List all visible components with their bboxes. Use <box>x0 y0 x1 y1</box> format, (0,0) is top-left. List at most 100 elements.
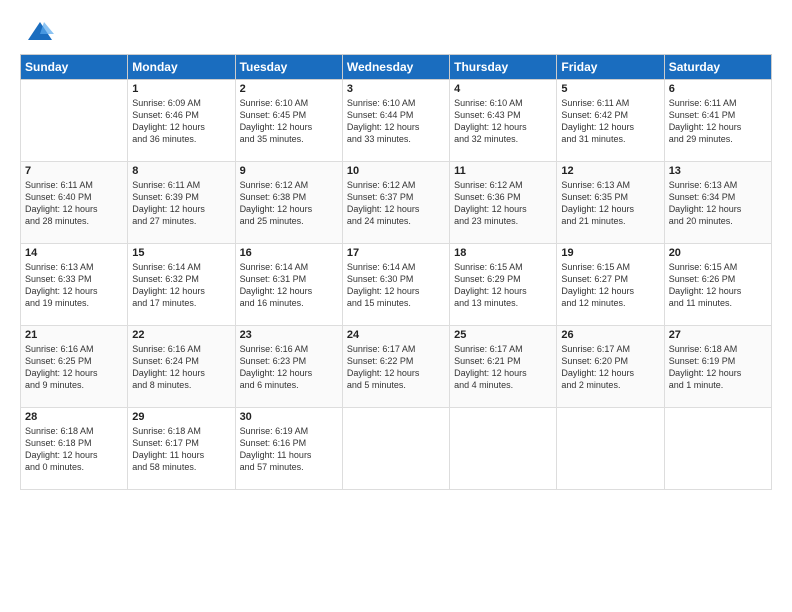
calendar-cell: 11 Sunrise: 6:12 AM Sunset: 6:36 PM Dayli… <box>450 162 557 244</box>
day-number: 11 <box>454 165 552 177</box>
day-number: 25 <box>454 329 552 341</box>
day-number: 23 <box>240 329 338 341</box>
day-info: Sunrise: 6:15 AM Sunset: 6:27 PM Dayligh… <box>561 261 659 310</box>
calendar-cell: 24 Sunrise: 6:17 AM Sunset: 6:22 PM Dayli… <box>342 326 449 408</box>
calendar-cell: 6 Sunrise: 6:11 AM Sunset: 6:41 PM Daylig… <box>664 80 771 162</box>
calendar-cell <box>342 408 449 490</box>
day-info: Sunrise: 6:13 AM Sunset: 6:35 PM Dayligh… <box>561 179 659 228</box>
day-info: Sunrise: 6:10 AM Sunset: 6:45 PM Dayligh… <box>240 97 338 146</box>
day-number: 9 <box>240 165 338 177</box>
day-number: 29 <box>132 411 230 423</box>
day-number: 30 <box>240 411 338 423</box>
calendar-cell: 14 Sunrise: 6:13 AM Sunset: 6:33 PM Dayli… <box>21 244 128 326</box>
day-number: 10 <box>347 165 445 177</box>
calendar-cell: 30Sunrise: 6:19 AM Sunset: 6:16 PM Dayli… <box>235 408 342 490</box>
week-row-3: 14 Sunrise: 6:13 AM Sunset: 6:33 PM Dayli… <box>21 244 772 326</box>
week-row-1: 1 Sunrise: 6:09 AM Sunset: 6:46 PM Daylig… <box>21 80 772 162</box>
day-number: 18 <box>454 247 552 259</box>
calendar-cell: 21 Sunrise: 6:16 AM Sunset: 6:25 PM Dayli… <box>21 326 128 408</box>
calendar-cell <box>21 80 128 162</box>
day-number: 2 <box>240 83 338 95</box>
day-number: 27 <box>669 329 767 341</box>
calendar-cell: 26 Sunrise: 6:17 AM Sunset: 6:20 PM Dayli… <box>557 326 664 408</box>
calendar-cell: 2 Sunrise: 6:10 AM Sunset: 6:45 PM Daylig… <box>235 80 342 162</box>
calendar-cell <box>664 408 771 490</box>
day-info: Sunrise: 6:12 AM Sunset: 6:38 PM Dayligh… <box>240 179 338 228</box>
day-number: 28 <box>25 411 123 423</box>
day-number: 12 <box>561 165 659 177</box>
calendar-cell: 20 Sunrise: 6:15 AM Sunset: 6:26 PM Dayli… <box>664 244 771 326</box>
day-info: Sunrise: 6:15 AM Sunset: 6:26 PM Dayligh… <box>669 261 767 310</box>
day-number: 14 <box>25 247 123 259</box>
day-info: Sunrise: 6:11 AM Sunset: 6:42 PM Dayligh… <box>561 97 659 146</box>
weekday-header-friday: Friday <box>557 55 664 80</box>
day-info: Sunrise: 6:12 AM Sunset: 6:36 PM Dayligh… <box>454 179 552 228</box>
day-info: Sunrise: 6:11 AM Sunset: 6:40 PM Dayligh… <box>25 179 123 228</box>
day-info: Sunrise: 6:10 AM Sunset: 6:44 PM Dayligh… <box>347 97 445 146</box>
calendar-cell: 7 Sunrise: 6:11 AM Sunset: 6:40 PM Daylig… <box>21 162 128 244</box>
day-number: 17 <box>347 247 445 259</box>
day-number: 16 <box>240 247 338 259</box>
calendar-cell: 10 Sunrise: 6:12 AM Sunset: 6:37 PM Dayli… <box>342 162 449 244</box>
day-info: Sunrise: 6:14 AM Sunset: 6:32 PM Dayligh… <box>132 261 230 310</box>
calendar-cell: 25 Sunrise: 6:17 AM Sunset: 6:21 PM Dayli… <box>450 326 557 408</box>
calendar-cell: 18 Sunrise: 6:15 AM Sunset: 6:29 PM Dayli… <box>450 244 557 326</box>
calendar-cell: 27 Sunrise: 6:18 AM Sunset: 6:19 PM Dayli… <box>664 326 771 408</box>
day-number: 7 <box>25 165 123 177</box>
calendar-cell: 12 Sunrise: 6:13 AM Sunset: 6:35 PM Dayli… <box>557 162 664 244</box>
day-number: 21 <box>25 329 123 341</box>
calendar-cell: 1 Sunrise: 6:09 AM Sunset: 6:46 PM Daylig… <box>128 80 235 162</box>
day-info: Sunrise: 6:14 AM Sunset: 6:31 PM Dayligh… <box>240 261 338 310</box>
calendar-cell: 28Sunrise: 6:18 AM Sunset: 6:18 PM Dayli… <box>21 408 128 490</box>
weekday-header-tuesday: Tuesday <box>235 55 342 80</box>
day-info: Sunrise: 6:11 AM Sunset: 6:39 PM Dayligh… <box>132 179 230 228</box>
day-number: 20 <box>669 247 767 259</box>
calendar-cell: 4Sunrise: 6:10 AM Sunset: 6:43 PM Daylig… <box>450 80 557 162</box>
day-info: Sunrise: 6:16 AM Sunset: 6:25 PM Dayligh… <box>25 343 123 392</box>
calendar-cell <box>557 408 664 490</box>
logo <box>20 18 54 46</box>
day-info: Sunrise: 6:17 AM Sunset: 6:22 PM Dayligh… <box>347 343 445 392</box>
header <box>20 18 772 46</box>
page: SundayMondayTuesdayWednesdayThursdayFrid… <box>0 0 792 612</box>
week-row-5: 28Sunrise: 6:18 AM Sunset: 6:18 PM Dayli… <box>21 408 772 490</box>
day-number: 3 <box>347 83 445 95</box>
weekday-header-saturday: Saturday <box>664 55 771 80</box>
day-number: 13 <box>669 165 767 177</box>
day-info: Sunrise: 6:16 AM Sunset: 6:24 PM Dayligh… <box>132 343 230 392</box>
calendar-cell: 29 Sunrise: 6:18 AM Sunset: 6:17 PM Dayli… <box>128 408 235 490</box>
calendar-cell: 15Sunrise: 6:14 AM Sunset: 6:32 PM Dayli… <box>128 244 235 326</box>
day-info: Sunrise: 6:13 AM Sunset: 6:33 PM Dayligh… <box>25 261 123 310</box>
weekday-header-monday: Monday <box>128 55 235 80</box>
day-info: Sunrise: 6:09 AM Sunset: 6:46 PM Dayligh… <box>132 97 230 146</box>
calendar-cell: 5 Sunrise: 6:11 AM Sunset: 6:42 PM Daylig… <box>557 80 664 162</box>
calendar-cell: 13 Sunrise: 6:13 AM Sunset: 6:34 PM Dayli… <box>664 162 771 244</box>
day-number: 5 <box>561 83 659 95</box>
calendar-cell <box>450 408 557 490</box>
day-info: Sunrise: 6:18 AM Sunset: 6:19 PM Dayligh… <box>669 343 767 392</box>
day-number: 6 <box>669 83 767 95</box>
calendar-cell: 22 Sunrise: 6:16 AM Sunset: 6:24 PM Dayli… <box>128 326 235 408</box>
day-info: Sunrise: 6:15 AM Sunset: 6:29 PM Dayligh… <box>454 261 552 310</box>
day-info: Sunrise: 6:11 AM Sunset: 6:41 PM Dayligh… <box>669 97 767 146</box>
day-number: 1 <box>132 83 230 95</box>
logo-icon <box>26 18 54 46</box>
calendar-table: SundayMondayTuesdayWednesdayThursdayFrid… <box>20 54 772 490</box>
calendar-cell: 9 Sunrise: 6:12 AM Sunset: 6:38 PM Daylig… <box>235 162 342 244</box>
day-number: 22 <box>132 329 230 341</box>
calendar-cell: 23 Sunrise: 6:16 AM Sunset: 6:23 PM Dayli… <box>235 326 342 408</box>
day-info: Sunrise: 6:12 AM Sunset: 6:37 PM Dayligh… <box>347 179 445 228</box>
week-row-2: 7 Sunrise: 6:11 AM Sunset: 6:40 PM Daylig… <box>21 162 772 244</box>
day-info: Sunrise: 6:16 AM Sunset: 6:23 PM Dayligh… <box>240 343 338 392</box>
weekday-header-sunday: Sunday <box>21 55 128 80</box>
day-number: 4 <box>454 83 552 95</box>
day-number: 19 <box>561 247 659 259</box>
day-number: 26 <box>561 329 659 341</box>
day-info: Sunrise: 6:17 AM Sunset: 6:21 PM Dayligh… <box>454 343 552 392</box>
day-info: Sunrise: 6:17 AM Sunset: 6:20 PM Dayligh… <box>561 343 659 392</box>
day-info: Sunrise: 6:18 AM Sunset: 6:17 PM Dayligh… <box>132 425 230 474</box>
day-info: Sunrise: 6:13 AM Sunset: 6:34 PM Dayligh… <box>669 179 767 228</box>
calendar-cell: 19 Sunrise: 6:15 AM Sunset: 6:27 PM Dayli… <box>557 244 664 326</box>
day-number: 24 <box>347 329 445 341</box>
weekday-header-wednesday: Wednesday <box>342 55 449 80</box>
